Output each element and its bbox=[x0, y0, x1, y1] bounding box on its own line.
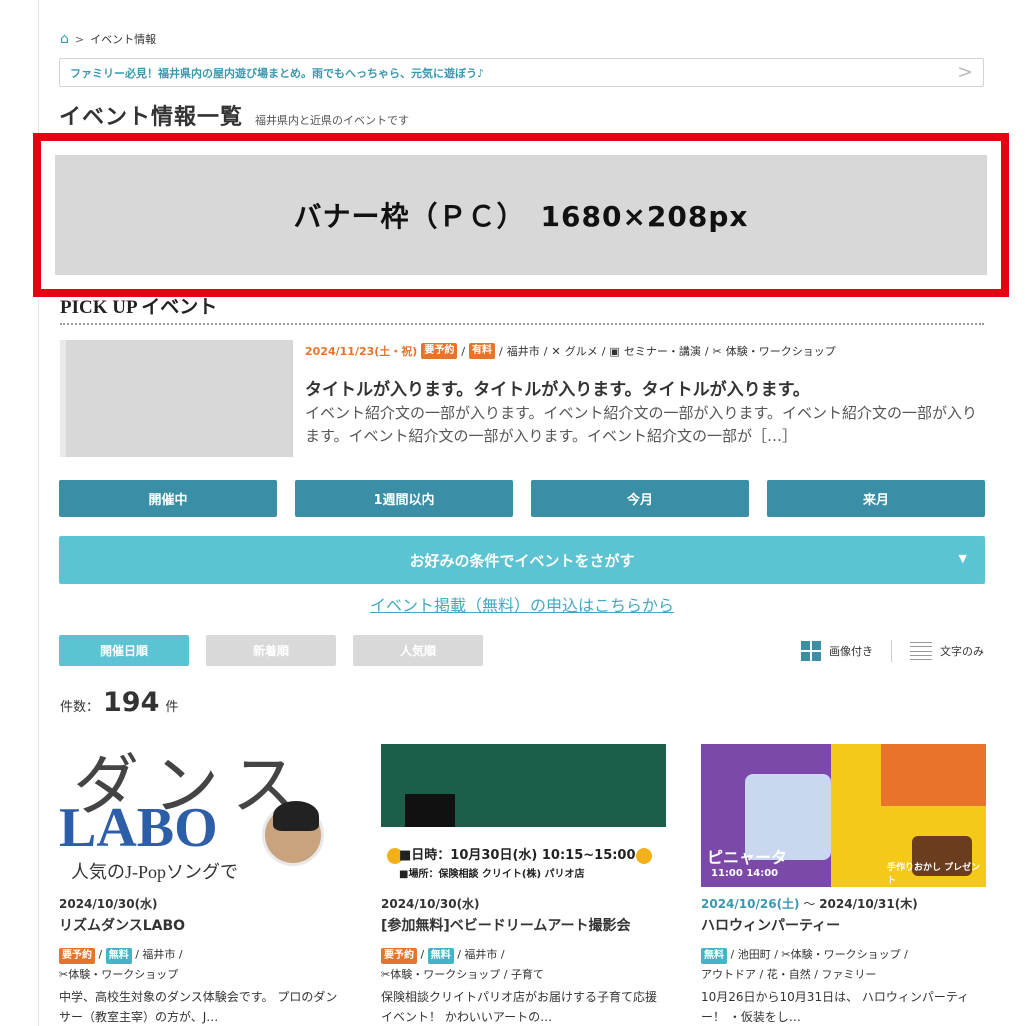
event-description: 保険相談クリイトパリオ店がお届けする子育て応援イベント！ かわいいアートの… bbox=[381, 990, 658, 1024]
badge-free: 無料 bbox=[105, 948, 132, 964]
sort-buttons: 開催日順 新着順 人気順 bbox=[59, 635, 483, 666]
event-description: 10月26日から10月31日は、 ハロウィンパーティー！ ・仮装をし… bbox=[701, 990, 970, 1024]
event-description: 中学、高校生対象のダンス体験会です。 プロのダンサー（教室主宰）の方が、J… bbox=[59, 990, 338, 1024]
event-date-end: 2024/10/31(木) bbox=[819, 897, 918, 911]
sort-by-new-button[interactable]: 新着順 bbox=[206, 635, 336, 666]
date-separator: ～ bbox=[799, 897, 820, 911]
event-thumbnail[interactable]: ダンス LABO 人気のJ-Popソングで bbox=[59, 744, 344, 887]
tab-next-month[interactable]: 来月 bbox=[767, 480, 985, 517]
tab-ongoing[interactable]: 開催中 bbox=[59, 480, 277, 517]
scissors-icon: ✂ bbox=[381, 968, 391, 981]
pickup-category: グルメ bbox=[564, 345, 598, 358]
event-area: 池田町 / bbox=[737, 948, 782, 961]
event-area: 福井市 / bbox=[142, 948, 183, 961]
pickup-category: セミナー・講演 bbox=[623, 345, 701, 358]
badge-reservation: 要予約 bbox=[421, 343, 458, 359]
event-area: 福井市 / bbox=[464, 948, 505, 961]
count-unit: 件 bbox=[165, 700, 179, 715]
view-with-images[interactable]: 画像付き bbox=[829, 643, 873, 659]
notice-link[interactable]: ファミリー必見！福井県内の屋内遊び場まとめ。雨でもへっちゃら、元気に遊ぼう♪ > bbox=[59, 58, 984, 87]
event-tags: 要予約 / 無料 / 福井市 / ✂体験・ワークショップ bbox=[59, 948, 183, 981]
badge-reservation: 要予約 bbox=[59, 948, 95, 964]
thumb-decoration bbox=[636, 848, 652, 864]
badge-reservation: 要予約 bbox=[381, 948, 417, 964]
search-toggle-button[interactable]: お好みの条件でイベントをさがす ▼ bbox=[59, 536, 985, 584]
thumb-decoration bbox=[881, 744, 986, 806]
event-thumbnail[interactable]: ピニャータ 手作りおかし プレゼント 11:00 14:00 bbox=[701, 744, 986, 887]
event-card[interactable]: ■日時：10月30日(水) 10:15~15:00 ■場所：保険相談 クリイト(… bbox=[381, 744, 666, 1026]
event-category: アウトドア / 花・自然 / ファミリー bbox=[701, 968, 877, 981]
grid-view-icon[interactable] bbox=[801, 641, 821, 661]
tab-this-month[interactable]: 今月 bbox=[531, 480, 749, 517]
scissors-icon: ✂ bbox=[781, 948, 791, 961]
pickup-category: 体験・ワークショップ bbox=[725, 345, 836, 358]
badge-free: 無料 bbox=[701, 948, 727, 964]
count-value: 194 bbox=[103, 687, 160, 718]
page-title: イベント情報一覧 bbox=[59, 105, 244, 130]
pickup-meta: 2024/11/23(土・祝) 要予約 / 有料 / 福井市 / ✕ グルメ / ▣ セミナ… bbox=[305, 343, 836, 359]
divider bbox=[891, 640, 892, 662]
sort-by-date-button[interactable]: 開催日順 bbox=[59, 635, 189, 666]
event-tags: 無料 / 池田町 / ✂体験・ワークショップ / アウトドア / 花・自然 / … bbox=[701, 948, 908, 981]
event-date: 2024/10/30(水) bbox=[59, 897, 158, 911]
thumb-text: 11:00 14:00 bbox=[711, 868, 779, 879]
banner-placeholder[interactable]: バナー枠（ＰＣ） 1680×208px bbox=[55, 155, 987, 275]
chevron-right-icon: > bbox=[957, 61, 973, 83]
badge-free: 無料 bbox=[427, 948, 454, 964]
pickup-event-title[interactable]: タイトルが入ります。タイトルが入ります。タイトルが入ります。 bbox=[305, 375, 810, 400]
page-title-block: イベント情報一覧 福井県内と近県のイベントです bbox=[59, 99, 409, 131]
chevron-down-icon: ▼ bbox=[958, 552, 967, 565]
tab-within-week[interactable]: 1週間以内 bbox=[295, 480, 513, 517]
badge-paid: 有料 bbox=[469, 343, 496, 359]
pickup-image[interactable] bbox=[60, 340, 293, 457]
sort-by-popular-button[interactable]: 人気順 bbox=[353, 635, 483, 666]
pickup-heading: PICK UP イベント bbox=[60, 297, 218, 318]
event-category: 体験・ワークショップ bbox=[68, 968, 179, 981]
instructor-photo bbox=[262, 801, 324, 866]
search-label: お好みの条件でイベントをさがす bbox=[409, 551, 635, 570]
result-count: 件数： 194 件 bbox=[60, 687, 178, 718]
event-date-start: 2024/10/26(土) bbox=[701, 897, 800, 911]
apply-link[interactable]: イベント掲載（無料）の申込はこちらから bbox=[0, 592, 1026, 616]
event-title[interactable]: リズムダンスLABO bbox=[59, 915, 344, 935]
view-text-only[interactable]: 文字のみ bbox=[940, 643, 984, 659]
thumb-text: ■日時：10月30日(水) 10:15~15:00 bbox=[399, 848, 636, 863]
scissors-icon: ✂ bbox=[712, 344, 722, 358]
seminar-icon: ▣ bbox=[609, 344, 620, 358]
event-category: 体験・ワークショップ / 子育て bbox=[390, 968, 544, 981]
event-category: 体験・ワークショップ / bbox=[790, 948, 908, 961]
event-date: 2024/10/30(水) bbox=[381, 897, 480, 911]
count-prefix: 件数： bbox=[60, 700, 100, 715]
event-thumbnail[interactable]: ■日時：10月30日(水) 10:15~15:00 ■場所：保険相談 クリイト(… bbox=[381, 744, 666, 887]
period-tabs: 開催中 1週間以内 今月 来月 bbox=[59, 480, 985, 517]
notice-text: ファミリー必見！福井県内の屋内遊び場まとめ。雨でもへっちゃら、元気に遊ぼう♪ bbox=[70, 66, 485, 80]
event-card[interactable]: ダンス LABO 人気のJ-Popソングで 2024/10/30(水) リズムダ… bbox=[59, 744, 344, 1026]
pickup-description: イベント紹介文の一部が入ります。イベント紹介文の一部が入ります。イベント紹介文の… bbox=[305, 404, 978, 445]
breadcrumb-current: イベント情報 bbox=[90, 33, 157, 46]
event-date: 2024/10/26(土) ～ 2024/10/31(木) bbox=[701, 895, 986, 912]
pickup-date: 2024/11/23(土・祝) bbox=[305, 345, 418, 358]
breadcrumb-separator: > bbox=[74, 32, 85, 46]
home-icon[interactable]: ⌂ bbox=[60, 31, 69, 47]
scissors-icon: ✂ bbox=[59, 968, 69, 981]
event-tags: 要予約 / 無料 / 福井市 / ✂体験・ワークショップ / 子育て bbox=[381, 948, 544, 981]
thumb-text: LABO bbox=[59, 797, 218, 859]
page-subtitle: 福井県内と近県のイベントです bbox=[255, 114, 410, 127]
list-view-icon[interactable] bbox=[910, 642, 932, 660]
gourmet-icon: ✕ bbox=[551, 344, 561, 358]
pickup-area: 福井市 bbox=[506, 345, 540, 358]
event-card[interactable]: ピニャータ 手作りおかし プレゼント 11:00 14:00 2024/10/2… bbox=[701, 744, 986, 1026]
thumb-text: 手作りおかし プレゼント bbox=[887, 863, 981, 886]
thumb-text: ピニャータ bbox=[707, 848, 788, 867]
event-title[interactable]: [参加無料]ベビードリームアート撮影会 bbox=[381, 915, 666, 935]
thumb-text: 人気のJ-Popソングで bbox=[71, 862, 239, 882]
event-title[interactable]: ハロウィンパーティー bbox=[701, 915, 986, 935]
breadcrumb: ⌂ > イベント情報 bbox=[60, 31, 156, 47]
divider bbox=[60, 323, 984, 325]
view-toggle: 画像付き 文字のみ bbox=[801, 640, 984, 662]
thumb-text: ■場所：保険相談 クリイト(株) パリオ店 bbox=[399, 869, 585, 880]
